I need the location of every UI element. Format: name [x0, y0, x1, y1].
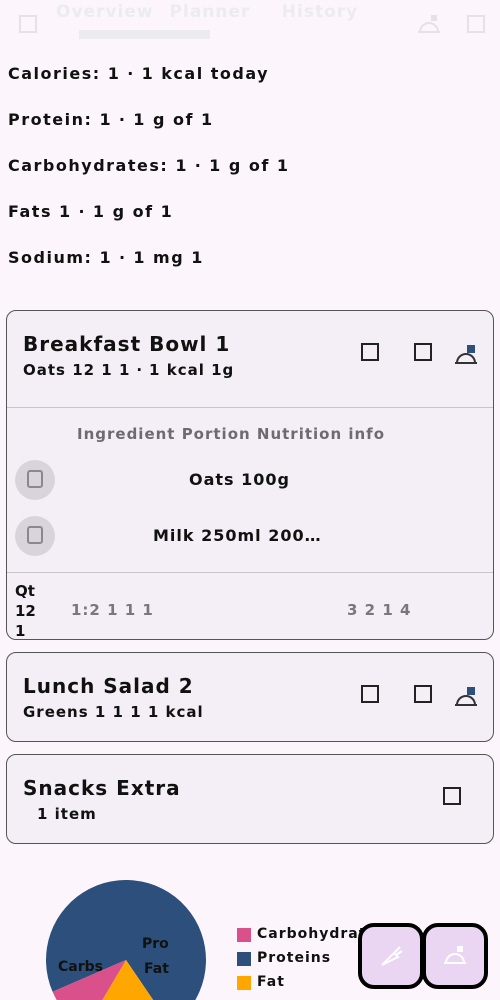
stat-calories: Calories: 1 ‧ 1 kcal today — [8, 64, 270, 83]
pie-chart: Carbs Pro Fat — [46, 880, 206, 1000]
ingredient-text: Milk 250ml 200… — [153, 526, 322, 545]
select-checkbox[interactable] — [443, 787, 461, 805]
done-checkbox[interactable] — [414, 343, 432, 361]
tab-history[interactable]: History — [276, 1, 364, 23]
ingredient-text: Oats 100g — [189, 470, 290, 489]
clipboard-icon — [27, 526, 43, 544]
meal-card-2[interactable]: Lunch Salad 2 Greens 1 1 1 1 kcal — [6, 652, 494, 742]
clipboard-icon — [27, 470, 43, 488]
meal-subtitle: 1 item — [37, 805, 97, 823]
tab-overview[interactable]: Overview — [56, 1, 153, 23]
avatar — [15, 460, 55, 500]
carrot-icon — [381, 946, 403, 966]
more-icon[interactable] — [467, 15, 485, 33]
nutrition-summary: Calories: 1 ‧ 1 kcal today Protein: 1 ‧ … — [8, 63, 492, 293]
pie-slice-label: Pro — [142, 936, 169, 952]
ingredient-list: Ingredient Portion Nutrition info Oats 1… — [7, 408, 493, 572]
legend-label: Fat — [257, 974, 285, 990]
meal-card-3[interactable]: Snacks Extra 1 item — [6, 754, 494, 844]
tab-planner[interactable]: Planner — [166, 1, 254, 23]
done-checkbox[interactable] — [414, 685, 432, 703]
ingredient-header: Ingredient Portion Nutrition info — [77, 425, 386, 443]
dish-icon[interactable] — [416, 12, 442, 38]
stat-fats: Fats 1 ‧ 1 g of 1 — [8, 202, 174, 221]
pie-slice-label: Fat — [144, 961, 169, 977]
add-ingredient-button[interactable] — [358, 923, 424, 989]
list-item[interactable]: Milk 250ml 200… — [7, 514, 493, 558]
avatar — [15, 516, 55, 556]
add-meal-button[interactable] — [422, 923, 488, 989]
meal-subtitle: Greens 1 1 1 1 kcal — [23, 703, 204, 721]
footer-totals: 3 2 1 4 — [347, 601, 412, 619]
meal-title: Lunch Salad 2 — [23, 674, 194, 698]
list-item[interactable]: Oats 100g — [7, 458, 493, 502]
top-app-bar: Overview Planner History — [0, 0, 500, 50]
stat-carbs: Carbohydrates: 1 ‧ 1 g of 1 — [8, 156, 290, 175]
legend-swatch — [237, 952, 251, 966]
meal-subtitle: Oats 12 1 1 ‧ 1 kcal 1g — [23, 361, 235, 379]
card-footer: Qt 12 1 1:2 1 1 1 3 2 1 4 — [7, 573, 493, 640]
legend-swatch — [237, 928, 251, 942]
pie-slice-label: Carbs — [58, 959, 103, 975]
favorite-checkbox[interactable] — [361, 343, 379, 361]
dish-icon[interactable] — [453, 685, 479, 711]
tab-indicator — [79, 30, 210, 39]
meal-card-1[interactable]: Breakfast Bowl 1 Oats 12 1 1 ‧ 1 kcal 1g… — [6, 310, 494, 640]
dish-icon[interactable] — [453, 343, 479, 369]
meal-title: Breakfast Bowl 1 — [23, 332, 231, 356]
meal-title: Snacks Extra — [23, 776, 181, 800]
stat-sodium: Sodium: 1 ‧ 1 mg 1 — [8, 248, 204, 267]
legend-swatch — [237, 976, 251, 990]
dish-icon — [444, 946, 466, 964]
favorite-checkbox[interactable] — [361, 685, 379, 703]
legend-label: Proteins — [257, 950, 332, 966]
footer-values: 1:2 1 1 1 — [71, 601, 154, 619]
quantity-label: Qt 12 1 — [15, 582, 36, 640]
stat-protein: Protein: 1 ‧ 1 g of 1 — [8, 110, 214, 129]
menu-icon[interactable] — [19, 15, 37, 33]
